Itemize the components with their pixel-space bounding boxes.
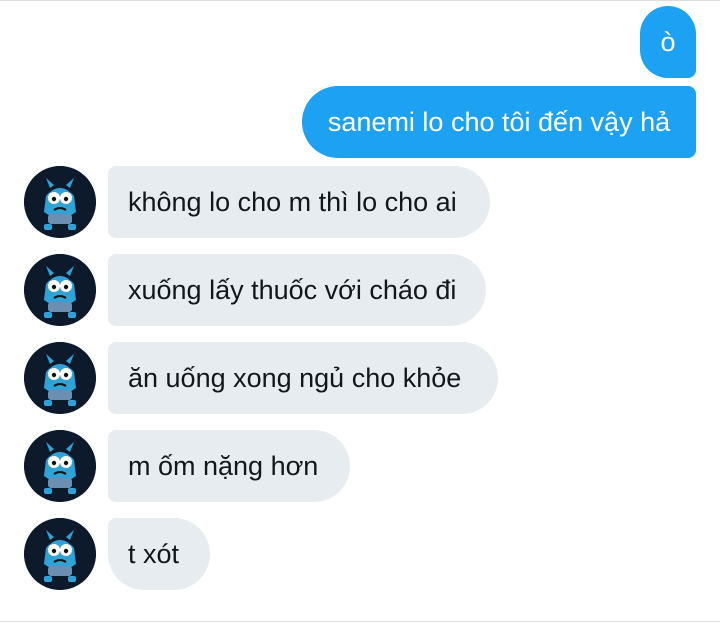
received-message[interactable]: ăn uống xong ngủ cho khỏe: [108, 342, 498, 414]
gumball-avatar-icon: [24, 254, 96, 326]
received-message-text: ăn uống xong ngủ cho khỏe: [128, 362, 462, 393]
sent-message-text: sanemi lo cho tôi đến vậy hả: [327, 106, 671, 137]
received-message-text: không lo cho m thì lo cho ai: [128, 186, 457, 217]
sender-avatar[interactable]: [24, 430, 96, 502]
received-message[interactable]: m ốm nặng hơn: [108, 430, 350, 502]
received-message[interactable]: không lo cho m thì lo cho ai: [108, 166, 490, 238]
sent-message[interactable]: ò: [640, 6, 696, 78]
sender-avatar[interactable]: [24, 254, 96, 326]
gumball-avatar-icon: [24, 342, 96, 414]
received-message-text: xuống lấy thuốc với cháo đi: [128, 274, 457, 305]
bottom-divider: [0, 621, 720, 622]
gumball-avatar-icon: [24, 430, 96, 502]
received-message-text: m ốm nặng hơn: [128, 450, 319, 481]
gumball-avatar-icon: [24, 518, 96, 590]
sender-avatar[interactable]: [24, 342, 96, 414]
received-message[interactable]: xuống lấy thuốc với cháo đi: [108, 254, 486, 326]
received-message[interactable]: t xót: [108, 518, 210, 590]
sent-message[interactable]: sanemi lo cho tôi đến vậy hả: [302, 86, 696, 158]
sender-avatar[interactable]: [24, 518, 96, 590]
sent-message-text: ò: [660, 26, 676, 57]
top-divider: [0, 0, 720, 1]
sender-avatar[interactable]: [24, 166, 96, 238]
received-message-text: t xót: [128, 538, 180, 569]
gumball-avatar-icon: [24, 166, 96, 238]
